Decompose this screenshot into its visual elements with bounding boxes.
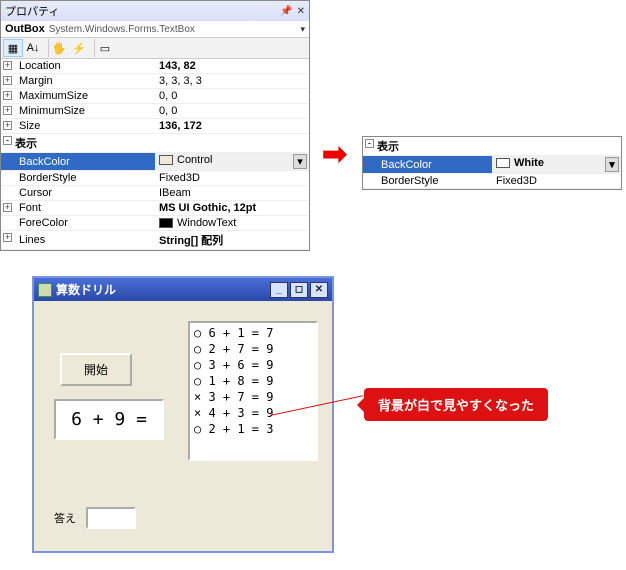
- close-button[interactable]: ✕: [310, 282, 328, 298]
- expander-icon[interactable]: +: [3, 121, 12, 130]
- property-name: MinimumSize: [19, 105, 85, 117]
- expander-icon[interactable]: +: [3, 203, 12, 212]
- property-value: IBeam: [159, 187, 191, 199]
- property-value: WindowText: [177, 217, 236, 229]
- color-swatch: [496, 158, 510, 168]
- chevron-down-icon[interactable]: ▾: [605, 157, 619, 172]
- minimize-button[interactable]: _: [270, 282, 288, 298]
- property-value: Fixed3D: [496, 175, 537, 187]
- property-row[interactable]: BackColor Control ▾: [1, 153, 309, 171]
- expander-icon[interactable]: -: [365, 139, 374, 148]
- property-name: Cursor: [19, 187, 52, 199]
- properties-icon[interactable]: 🖐: [49, 39, 69, 57]
- output-textbox[interactable]: ○ 6 + 1 = 7○ 2 + 7 = 9○ 3 + 6 = 9○ 1 + 8…: [188, 321, 318, 461]
- output-line: × 4 + 3 = 9: [194, 405, 312, 421]
- output-line: ○ 6 + 1 = 7: [194, 325, 312, 341]
- property-row[interactable]: BackColor White ▾: [363, 156, 621, 174]
- property-value: 3, 3, 3, 3: [159, 75, 202, 87]
- property-row[interactable]: + Font MS UI Gothic, 12pt: [1, 201, 309, 216]
- color-swatch: [159, 155, 173, 165]
- output-line: × 3 + 7 = 9: [194, 389, 312, 405]
- maximize-button[interactable]: ◻: [290, 282, 308, 298]
- object-type: System.Windows.Forms.TextBox: [49, 24, 195, 35]
- app-titlebar[interactable]: 算数ドリル _ ◻ ✕: [34, 278, 332, 301]
- answer-input[interactable]: [86, 507, 136, 529]
- chevron-down-icon[interactable]: ▾: [300, 24, 305, 35]
- color-swatch: [159, 218, 173, 228]
- property-name: MaximumSize: [19, 90, 88, 102]
- expander-icon[interactable]: +: [3, 91, 12, 100]
- property-grid-after: -表示 BackColor White ▾ BorderStyle Fixed3D: [363, 137, 621, 189]
- expander-icon[interactable]: +: [3, 106, 12, 115]
- property-row[interactable]: + Size 136, 172: [1, 119, 309, 134]
- property-value: 143, 82: [159, 60, 196, 72]
- property-name: BackColor: [381, 159, 432, 171]
- expander-icon[interactable]: +: [3, 233, 12, 242]
- property-name: Margin: [19, 75, 53, 87]
- property-grid: + Location 143, 82 + Margin 3, 3, 3, 3 + Maximu…: [1, 59, 309, 250]
- property-category: -表示: [1, 134, 309, 153]
- callout-text: 背景が白で見やすくなった: [378, 398, 534, 413]
- property-name: Font: [19, 202, 41, 214]
- property-value: Control: [177, 154, 212, 166]
- property-row[interactable]: + Margin 3, 3, 3, 3: [1, 74, 309, 89]
- expander-icon[interactable]: -: [3, 136, 12, 145]
- property-value: MS UI Gothic, 12pt: [159, 202, 256, 214]
- property-row[interactable]: + MaximumSize 0, 0: [1, 89, 309, 104]
- answer-label: 答え: [54, 510, 76, 526]
- property-name: Location: [19, 60, 61, 72]
- panel-title-text: プロパティ: [5, 3, 59, 19]
- chevron-down-icon[interactable]: ▾: [293, 154, 307, 169]
- property-name: BackColor: [19, 156, 70, 168]
- property-value: White: [514, 157, 544, 169]
- property-value: Fixed3D: [159, 172, 200, 184]
- property-value: String[] 配列: [159, 235, 223, 247]
- app-title: 算数ドリル: [56, 281, 116, 298]
- output-line: ○ 2 + 7 = 9: [194, 341, 312, 357]
- arrow-icon: ➡: [322, 137, 347, 172]
- object-selector[interactable]: OutBox System.Windows.Forms.TextBox ▾: [1, 21, 309, 38]
- events-icon[interactable]: ⚡: [69, 39, 89, 57]
- expander-icon[interactable]: +: [3, 76, 12, 85]
- property-value: 0, 0: [159, 90, 177, 102]
- problem-display: 6 + 9 =: [54, 399, 164, 440]
- app-icon: [38, 283, 52, 297]
- property-name: ForeColor: [19, 217, 68, 229]
- property-name: Lines: [19, 234, 45, 246]
- close-icon[interactable]: ✕: [297, 6, 305, 17]
- property-row[interactable]: + Location 143, 82: [1, 59, 309, 74]
- property-row[interactable]: BorderStyle Fixed3D: [363, 174, 621, 189]
- property-name: 表示: [377, 141, 399, 153]
- property-row[interactable]: ForeColor WindowText: [1, 216, 309, 231]
- property-name: BorderStyle: [19, 172, 76, 184]
- output-line: ○ 2 + 1 = 3: [194, 421, 312, 437]
- property-name: Size: [19, 120, 40, 132]
- expander-icon[interactable]: +: [3, 61, 12, 70]
- property-row[interactable]: + MinimumSize 0, 0: [1, 104, 309, 119]
- property-row[interactable]: + Lines String[] 配列: [1, 231, 309, 250]
- property-row[interactable]: BorderStyle Fixed3D: [1, 171, 309, 186]
- pin-icon[interactable]: 📌: [280, 6, 292, 17]
- property-row[interactable]: Cursor IBeam: [1, 186, 309, 201]
- property-pages-icon[interactable]: ▭: [95, 39, 115, 57]
- property-value: 0, 0: [159, 105, 177, 117]
- properties-toolbar: ▦ A↓ 🖐 ⚡ ▭: [1, 38, 309, 59]
- output-line: ○ 3 + 6 = 9: [194, 357, 312, 373]
- alphabetical-icon[interactable]: A↓: [23, 39, 43, 57]
- callout-bubble: 背景が白で見やすくなった: [364, 388, 548, 421]
- object-name: OutBox: [5, 23, 45, 35]
- property-category: -表示: [363, 137, 621, 156]
- start-button[interactable]: 開始: [60, 353, 132, 386]
- property-value: 136, 172: [159, 120, 202, 132]
- properties-panel-title: プロパティ 📌 ✕: [1, 1, 309, 21]
- property-name: 表示: [15, 138, 37, 150]
- categorized-icon[interactable]: ▦: [3, 39, 23, 57]
- output-line: ○ 1 + 8 = 9: [194, 373, 312, 389]
- property-name: BorderStyle: [381, 175, 438, 187]
